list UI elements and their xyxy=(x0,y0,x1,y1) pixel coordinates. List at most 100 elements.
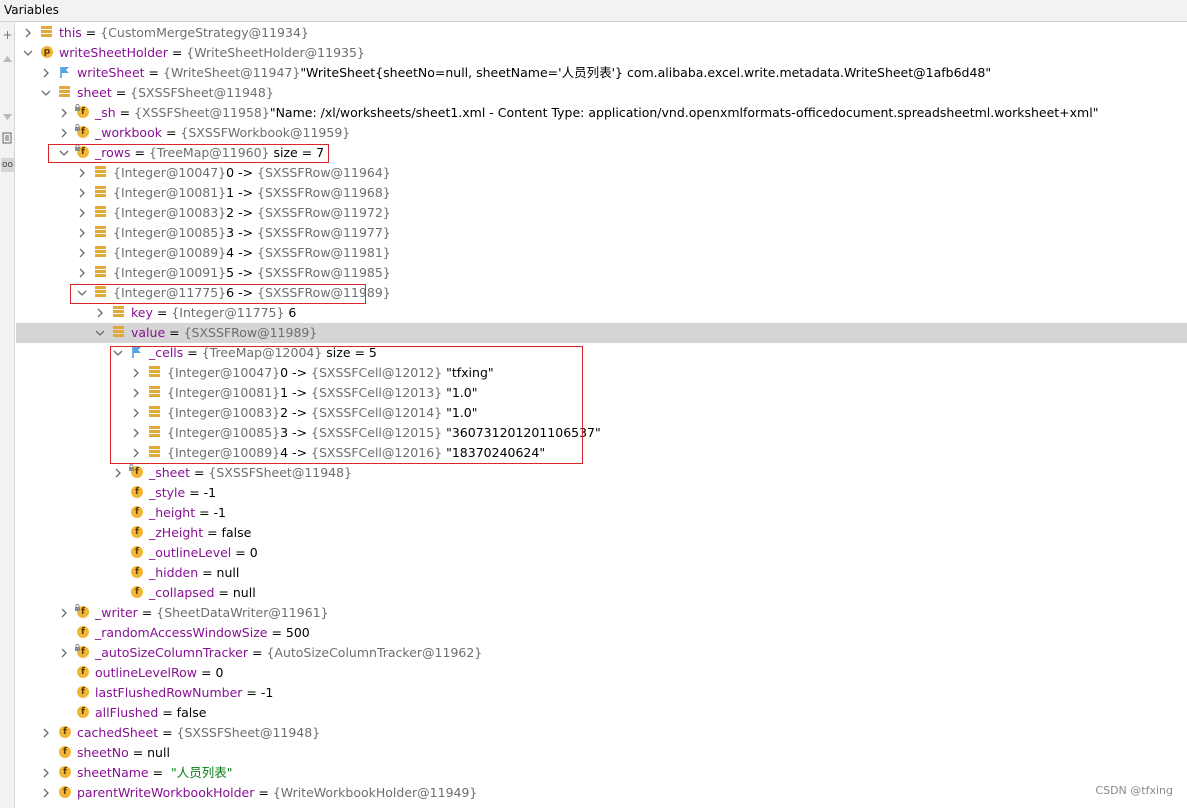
var-ref: {WriteSheetHolder@11935} xyxy=(186,45,365,60)
tree-row[interactable]: f _rows = {TreeMap@11960} size = 7 xyxy=(16,143,1187,163)
tree-row[interactable]: {Integer@10083}2 -> {SXSSFCell@12014} "1… xyxy=(16,403,1187,423)
tree-row[interactable]: key = {Integer@11775} 6 xyxy=(16,303,1187,323)
var-ref2: {SXSSFRow@11968} xyxy=(257,185,391,200)
expand-arrow-icon[interactable] xyxy=(40,786,52,800)
watches-toggle-button[interactable]: oo xyxy=(1,158,14,172)
tree-row[interactable]: value = {SXSSFRow@11989} xyxy=(16,323,1187,343)
tree-row[interactable]: {Integer@10089}4 -> {SXSSFRow@11981} xyxy=(16,243,1187,263)
tree-row[interactable]: p writeSheetHolder = {WriteSheetHolder@11… xyxy=(16,43,1187,63)
tree-row[interactable]: writeSheet = {WriteSheet@11947}"WriteShe… xyxy=(16,63,1187,83)
var-name: _zHeight xyxy=(149,525,204,540)
field-icon: f xyxy=(131,506,143,518)
tree-row[interactable]: f lastFlushedRowNumber = -1 xyxy=(16,683,1187,703)
tree-row[interactable]: f parentWriteWorkbookHolder = {WriteWorkb… xyxy=(16,783,1187,803)
var-ref: {Integer@10085} xyxy=(113,225,227,240)
field-icon: f xyxy=(75,124,89,138)
scroll-up-button[interactable] xyxy=(1,52,14,66)
expand-arrow-icon[interactable] xyxy=(58,126,70,140)
tree-row[interactable]: f _style = -1 xyxy=(16,483,1187,503)
tree-row[interactable]: _cells = {TreeMap@12004} size = 5 xyxy=(16,343,1187,363)
collapse-arrow-icon[interactable] xyxy=(58,146,70,160)
tree-row[interactable]: f _sh = {XSSFSheet@11958}"Name: /xl/works… xyxy=(16,103,1187,123)
tree-row[interactable]: {Integer@10089}4 -> {SXSSFCell@12016} "1… xyxy=(16,443,1187,463)
expand-arrow-icon[interactable] xyxy=(40,66,52,80)
var-name: _randomAccessWindowSize xyxy=(95,625,268,640)
expand-arrow-icon[interactable] xyxy=(76,266,88,280)
tree-row[interactable]: f _randomAccessWindowSize = 500 xyxy=(16,623,1187,643)
tree-row[interactable]: {Integer@10083}2 -> {SXSSFRow@11972} xyxy=(16,203,1187,223)
tree-row[interactable]: {Integer@10085}3 -> {SXSSFCell@12015} "3… xyxy=(16,423,1187,443)
expand-arrow-icon[interactable] xyxy=(130,446,142,460)
var-ref: {Integer@10081} xyxy=(113,185,227,200)
field-list-icon xyxy=(149,386,160,397)
var-name: _sh xyxy=(95,105,116,120)
tree-row[interactable]: {Integer@10047}0 -> {SXSSFRow@11964} xyxy=(16,163,1187,183)
tree-row[interactable]: {Integer@10047}0 -> {SXSSFCell@12012} "t… xyxy=(16,363,1187,383)
expand-arrow-icon[interactable] xyxy=(76,226,88,240)
field-list-icon xyxy=(95,246,106,257)
var-value: 1 -> xyxy=(226,185,258,200)
collapse-arrow-icon[interactable] xyxy=(22,46,34,60)
var-string: "18370240624" xyxy=(446,445,546,460)
add-watch-button[interactable]: + xyxy=(1,28,14,42)
var-ref: {Integer@10085} xyxy=(167,425,281,440)
collapse-arrow-icon[interactable] xyxy=(112,346,124,360)
field-icon: f xyxy=(77,686,89,698)
tree-row[interactable]: {Integer@10081}1 -> {SXSSFCell@12013} "1… xyxy=(16,383,1187,403)
tree-row[interactable]: {Integer@10085}3 -> {SXSSFRow@11977} xyxy=(16,223,1187,243)
expand-arrow-icon[interactable] xyxy=(40,726,52,740)
expand-arrow-icon[interactable] xyxy=(58,646,70,660)
tree-row[interactable]: {Integer@11775}6 -> {SXSSFRow@11989} xyxy=(16,283,1187,303)
var-value: = false xyxy=(158,705,207,720)
expand-arrow-icon[interactable] xyxy=(58,606,70,620)
tree-row[interactable]: f _collapsed = null xyxy=(16,583,1187,603)
var-name: _outlineLevel xyxy=(149,545,232,560)
tree-row[interactable]: f allFlushed = false xyxy=(16,703,1187,723)
expand-arrow-icon[interactable] xyxy=(58,106,70,120)
var-value: 5 -> xyxy=(226,265,258,280)
tree-row[interactable]: {Integer@10091}5 -> {SXSSFRow@11985} xyxy=(16,263,1187,283)
expand-arrow-icon[interactable] xyxy=(76,246,88,260)
tree-row[interactable]: f _zHeight = false xyxy=(16,523,1187,543)
expand-arrow-icon[interactable] xyxy=(22,26,34,40)
tree-row[interactable]: f _autoSizeColumnTracker = {AutoSizeColum… xyxy=(16,643,1187,663)
tree-row[interactable]: f sheetNo = null xyxy=(16,743,1187,763)
tree-row[interactable]: sheet = {SXSSFSheet@11948} xyxy=(16,83,1187,103)
expand-arrow-icon[interactable] xyxy=(40,766,52,780)
tree-row[interactable]: {Integer@10081}1 -> {SXSSFRow@11968} xyxy=(16,183,1187,203)
expand-arrow-icon[interactable] xyxy=(130,386,142,400)
tree-row[interactable]: f outlineLevelRow = 0 xyxy=(16,663,1187,683)
tree-row[interactable]: f _outlineLevel = 0 xyxy=(16,543,1187,563)
var-string: "tfxing" xyxy=(446,365,494,380)
tree-row[interactable]: f _hidden = null xyxy=(16,563,1187,583)
var-name: writeSheet xyxy=(77,65,145,80)
var-ref2: {SXSSFRow@11972} xyxy=(257,205,391,220)
lock-icon xyxy=(74,103,81,111)
collapse-arrow-icon[interactable] xyxy=(94,326,106,340)
var-value: = 500 xyxy=(267,625,310,640)
var-ref2: {SXSSFRow@11981} xyxy=(257,245,391,260)
tree-row[interactable]: this = {CustomMergeStrategy@11934} xyxy=(16,23,1187,43)
tree-row[interactable]: f sheetName = "人员列表" xyxy=(16,763,1187,783)
expand-arrow-icon[interactable] xyxy=(94,306,106,320)
var-name: parentWriteWorkbookHolder xyxy=(77,785,255,800)
collapse-arrow-icon[interactable] xyxy=(40,86,52,100)
collapse-arrow-icon[interactable] xyxy=(76,286,88,300)
var-ref: {SXSSFSheet@11948} xyxy=(130,85,274,100)
expand-arrow-icon[interactable] xyxy=(112,466,124,480)
tree-row[interactable]: f _writer = {SheetDataWriter@11961} xyxy=(16,603,1187,623)
tree-row[interactable]: f cachedSheet = {SXSSFSheet@11948} xyxy=(16,723,1187,743)
expand-arrow-icon[interactable] xyxy=(76,166,88,180)
copy-icon[interactable] xyxy=(1,132,14,146)
scroll-down-button[interactable] xyxy=(1,110,14,124)
tree-row[interactable]: f _workbook = {SXSSFWorkbook@11959} xyxy=(16,123,1187,143)
expand-arrow-icon[interactable] xyxy=(76,206,88,220)
var-ref: {Integer@11775} xyxy=(113,285,227,300)
tree-row[interactable]: f _sheet = {SXSSFSheet@11948} xyxy=(16,463,1187,483)
expand-arrow-icon[interactable] xyxy=(130,426,142,440)
tree-row[interactable]: f _height = -1 xyxy=(16,503,1187,523)
var-name: writeSheetHolder xyxy=(59,45,168,60)
expand-arrow-icon[interactable] xyxy=(130,366,142,380)
expand-arrow-icon[interactable] xyxy=(130,406,142,420)
expand-arrow-icon[interactable] xyxy=(76,186,88,200)
